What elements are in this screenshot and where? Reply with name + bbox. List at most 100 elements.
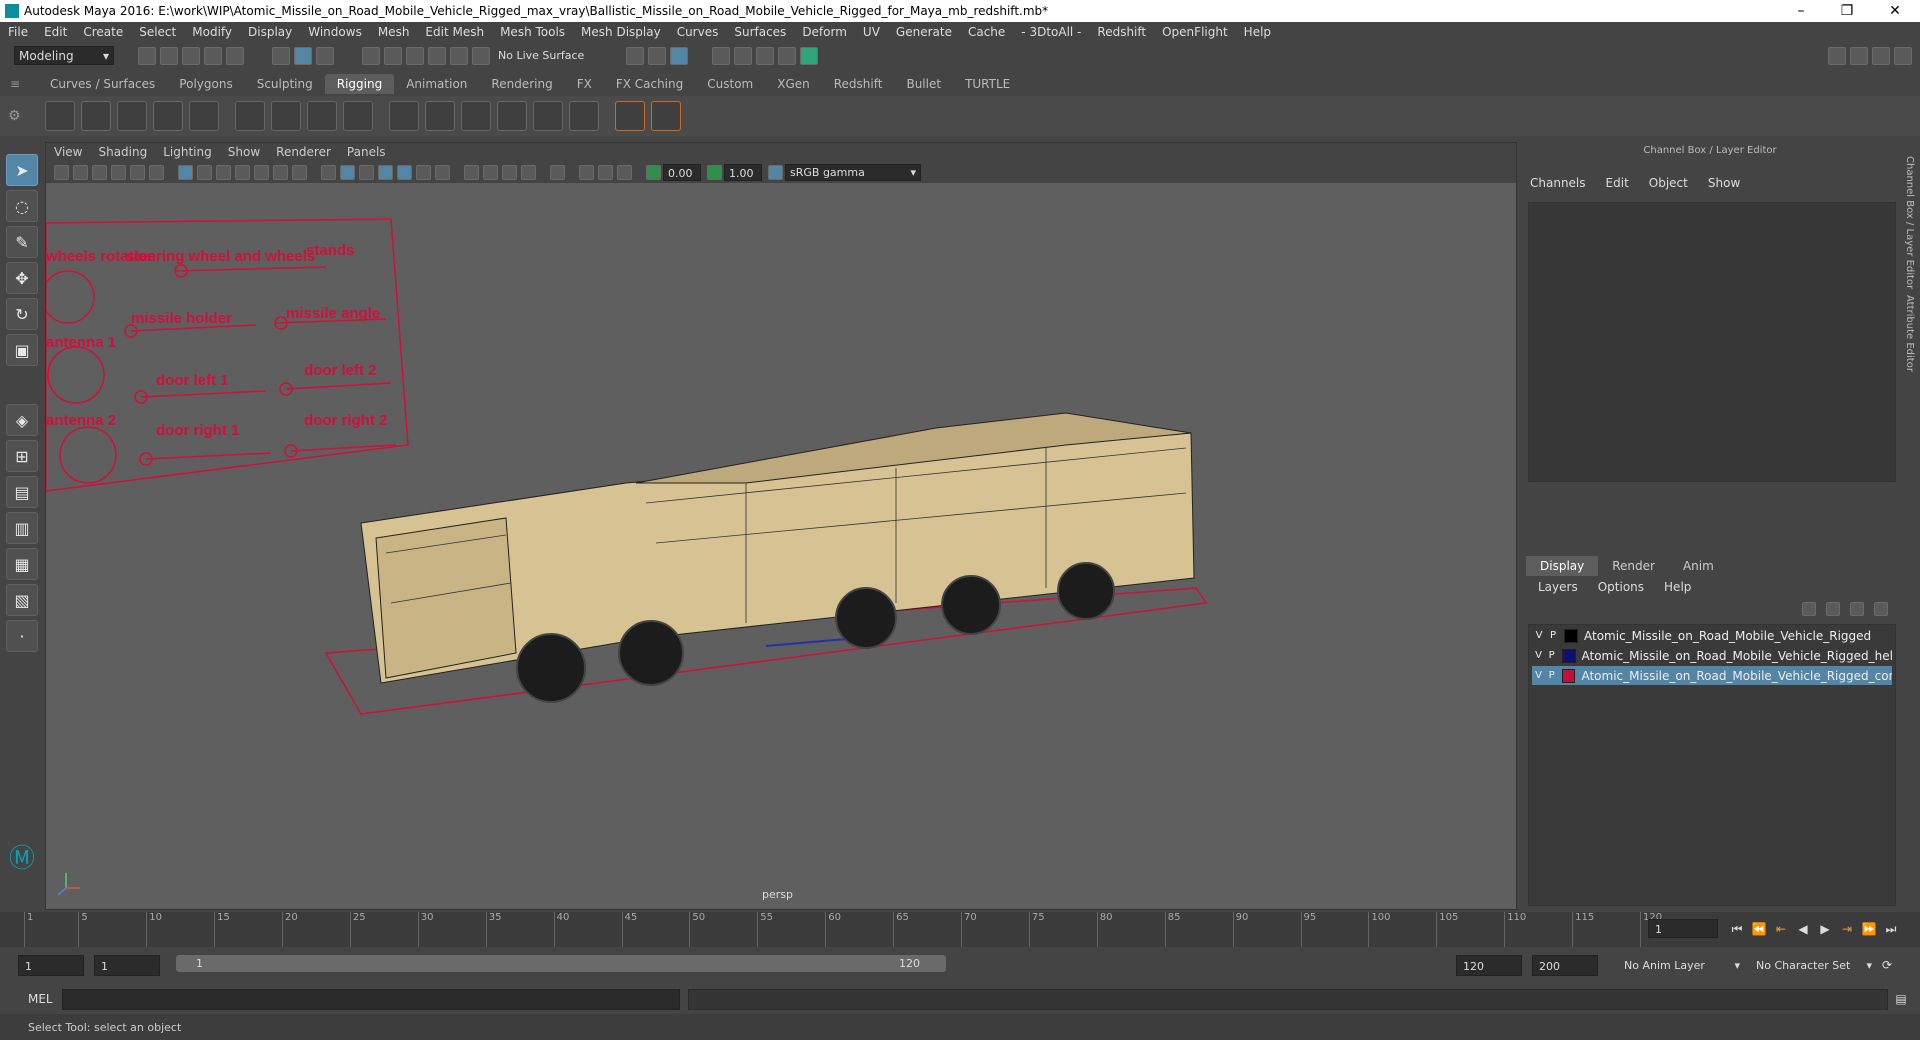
gamma-field[interactable]: 1.00: [724, 163, 762, 181]
wheel-2[interactable]: [618, 620, 684, 686]
use-lights-icon[interactable]: [416, 164, 431, 180]
layer-tab-render[interactable]: Render: [1598, 556, 1669, 576]
layer-menu-options[interactable]: Options: [1588, 578, 1654, 596]
go-to-start-icon[interactable]: ⏮: [1728, 920, 1746, 938]
layer-menu-help[interactable]: Help: [1654, 578, 1701, 596]
channel-menu-object[interactable]: Object: [1639, 176, 1698, 190]
current-frame-field[interactable]: 1: [1648, 919, 1718, 938]
control-board[interactable]: wheels rotation steering wheel and wheel…: [46, 218, 409, 492]
camera-attributes-icon[interactable]: [73, 164, 88, 180]
go-to-end-icon[interactable]: ⏭: [1882, 920, 1900, 938]
play-backward-icon[interactable]: ◀: [1794, 920, 1812, 938]
step-back-icon[interactable]: ⏪: [1750, 920, 1768, 938]
menu-help[interactable]: Help: [1236, 22, 1279, 43]
make-live-icon[interactable]: [472, 46, 490, 65]
shelf-tab-fx[interactable]: FX: [565, 74, 604, 94]
menu-edit-mesh[interactable]: Edit Mesh: [417, 22, 492, 43]
smooth-shade-icon[interactable]: [340, 164, 355, 180]
render-view-icon[interactable]: [712, 46, 731, 65]
step-back-key-icon[interactable]: ⇤: [1772, 920, 1790, 938]
script-editor-button-icon[interactable]: ▤: [1892, 990, 1910, 1008]
menu-create[interactable]: Create: [75, 22, 131, 43]
layer-visibility-toggle[interactable]: V: [1532, 650, 1545, 661]
menu-display[interactable]: Display: [240, 22, 300, 43]
viewport-menu-lighting[interactable]: Lighting: [155, 143, 220, 161]
layer-visibility-toggle[interactable]: V: [1532, 670, 1545, 681]
view-transform-select[interactable]: sRGB gamma ▾: [785, 163, 921, 181]
exposure-field[interactable]: 0.00: [663, 163, 701, 181]
shelf-options-icon[interactable]: ⚙: [8, 108, 22, 124]
aim-constraint-icon[interactable]: [569, 101, 599, 131]
door-right-1-slider[interactable]: [145, 452, 272, 460]
humanik-icon[interactable]: [189, 101, 219, 131]
layer-playback-toggle[interactable]: P: [1545, 650, 1558, 661]
script-editor-icon[interactable]: ▧: [6, 584, 38, 616]
layer-tab-anim[interactable]: Anim: [1669, 556, 1728, 576]
locator-icon[interactable]: [615, 101, 645, 131]
color-management-icon[interactable]: [768, 164, 783, 180]
shelf-tab-animation[interactable]: Animation: [394, 74, 479, 94]
persp-outliner-icon[interactable]: ▤: [6, 476, 38, 508]
menu-select[interactable]: Select: [131, 22, 184, 43]
isolate-select-icon[interactable]: [550, 164, 565, 180]
viewport-menu-shading[interactable]: Shading: [90, 143, 155, 161]
blend-shape-icon[interactable]: [343, 101, 373, 131]
playback-end-field[interactable]: 120: [1456, 955, 1522, 976]
menu-edit[interactable]: Edit: [36, 22, 75, 43]
menu-mesh[interactable]: Mesh: [370, 22, 418, 43]
select-component-icon[interactable]: [316, 46, 334, 65]
door-left-2-slider[interactable]: [285, 382, 392, 390]
vehicle-cab[interactable]: [375, 517, 517, 679]
select-hierarchy-icon[interactable]: [272, 46, 290, 65]
ipr-render-icon[interactable]: [756, 46, 775, 65]
command-input[interactable]: [62, 989, 680, 1010]
perspective-viewport[interactable]: View Shading Lighting Show Renderer Panels: [45, 142, 1517, 910]
xray-joints-icon[interactable]: [598, 164, 613, 180]
move-tool-icon[interactable]: ✥: [6, 262, 38, 294]
open-scene-icon[interactable]: [160, 46, 178, 65]
output-ops-icon[interactable]: [648, 46, 667, 65]
channel-menu-edit[interactable]: Edit: [1596, 176, 1639, 190]
shelf-menu-icon[interactable]: ≡: [10, 74, 24, 94]
safe-title-icon[interactable]: [292, 164, 307, 180]
command-language-label[interactable]: MEL: [28, 992, 53, 1006]
steering-slider[interactable]: [175, 266, 327, 272]
shelf-tab-polygons[interactable]: Polygons: [167, 74, 244, 94]
new-scene-icon[interactable]: [138, 46, 156, 65]
shelf-tab-bullet[interactable]: Bullet: [894, 74, 953, 94]
antenna-1-control[interactable]: [47, 346, 105, 404]
orient-joint-icon[interactable]: [425, 101, 455, 131]
wheel-4[interactable]: [941, 575, 1001, 635]
select-tool-icon[interactable]: ➤: [6, 154, 38, 186]
insert-joint-icon[interactable]: [81, 101, 111, 131]
shelf-tab-turtle[interactable]: TURTLE: [953, 74, 1022, 94]
menu-windows[interactable]: Windows: [300, 22, 370, 43]
default-material-icon[interactable]: [359, 164, 374, 180]
close-button[interactable]: ✕: [1872, 0, 1918, 22]
shelf-tab-fx-caching[interactable]: FX Caching: [604, 74, 695, 94]
wheel-5[interactable]: [1057, 562, 1115, 620]
shelf-tab-sculpting[interactable]: Sculpting: [245, 74, 325, 94]
step-forward-icon[interactable]: ⏩: [1860, 920, 1878, 938]
cluster-icon[interactable]: [307, 101, 337, 131]
layer-row[interactable]: V P Atomic_Missile_on_Road_Mobile_Vehicle_…: [1532, 666, 1892, 685]
snap-grid-icon[interactable]: [362, 46, 380, 65]
wireframe-icon[interactable]: [321, 164, 336, 180]
play-forward-icon[interactable]: ▶: [1816, 920, 1834, 938]
layer-color-swatch[interactable]: [1562, 668, 1576, 683]
lattice-icon[interactable]: [271, 101, 301, 131]
move-layer-down-icon[interactable]: [1826, 602, 1840, 616]
image-plane-icon[interactable]: [111, 164, 126, 180]
end-time-field[interactable]: 200: [1532, 955, 1598, 976]
single-perspective-icon[interactable]: ◈: [6, 404, 38, 436]
undo-icon[interactable]: [204, 46, 222, 65]
layout-icon[interactable]: [1850, 46, 1868, 65]
snap-curve-icon[interactable]: [384, 46, 402, 65]
side-tab-attribute-editor[interactable]: Attribute Editor: [1904, 295, 1915, 372]
four-view-icon[interactable]: ⊞: [6, 440, 38, 472]
resolution-gate-icon[interactable]: [216, 164, 231, 180]
shelf-tab-xgen[interactable]: XGen: [765, 74, 822, 94]
field-chart-icon[interactable]: [254, 164, 269, 180]
menu-surfaces[interactable]: Surfaces: [726, 22, 794, 43]
gamma-icon[interactable]: [707, 164, 722, 180]
